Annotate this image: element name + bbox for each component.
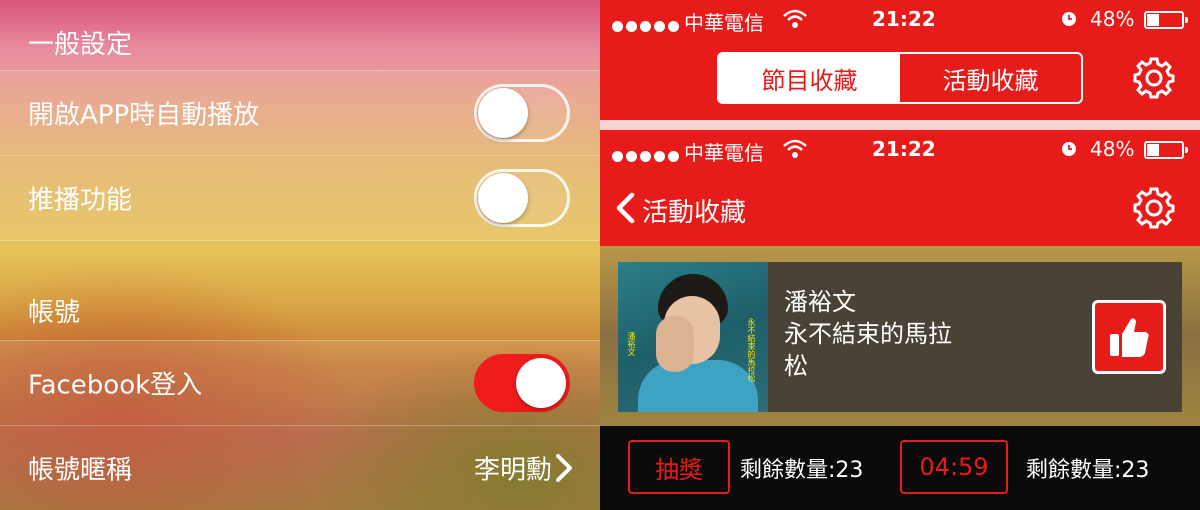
- facebook-toggle[interactable]: [474, 354, 570, 412]
- event-info: 潘裕文 永不結束的馬拉 松: [784, 286, 984, 382]
- event-action-bar: 抽獎 剩餘數量:23 04:59 剩餘數量:23: [600, 426, 1200, 510]
- tab-program-favorites[interactable]: 節目收藏: [719, 54, 900, 102]
- thumbs-up-icon: [1110, 318, 1149, 357]
- song-title-line2: 松: [784, 352, 808, 380]
- push-label: 推播功能: [28, 185, 133, 216]
- carrier-name: 中華電信: [684, 11, 764, 35]
- general-settings-header: 一般設定: [28, 30, 133, 60]
- gear-icon[interactable]: [1132, 186, 1176, 230]
- nav-title[interactable]: 活動收藏: [642, 192, 746, 229]
- toggle-knob: [478, 173, 528, 223]
- alarm-icon: [1062, 12, 1076, 26]
- nickname-row[interactable]: 帳號暱稱 李明勳: [0, 426, 600, 510]
- program-favorites-screen: 中華電信 21:22 48% 節目收藏 活動收藏: [600, 0, 1200, 120]
- chevron-right-icon: [556, 454, 572, 482]
- account-header: 帳號: [28, 298, 81, 328]
- toggle-knob: [516, 358, 566, 408]
- signal-dots-icon: [612, 13, 682, 37]
- tab-event-favorites[interactable]: 活動收藏: [900, 54, 1081, 102]
- countdown-timer: 04:59: [900, 440, 1008, 494]
- screen-divider: [600, 120, 1200, 130]
- facebook-row[interactable]: Facebook登入: [0, 341, 600, 425]
- like-button[interactable]: [1092, 300, 1166, 374]
- battery-percent: 48%: [1090, 7, 1135, 31]
- event-favorites-screen: 中華電信 21:22 48% 活動收藏 潘裕文 永不結束的馬拉松 潘裕文 永不結…: [600, 130, 1200, 510]
- remaining-count-2: 剩餘數量:23: [1026, 458, 1150, 483]
- lottery-button[interactable]: 抽獎: [628, 440, 730, 494]
- settings-panel: 一般設定 開啟APP時自動播放 推播功能 帳號 Facebook登入 帳號暱稱 …: [0, 0, 600, 510]
- battery-icon: [1144, 141, 1188, 159]
- artist-name: 潘裕文: [784, 288, 856, 316]
- push-toggle[interactable]: [474, 169, 570, 227]
- wifi-icon: [783, 139, 807, 158]
- battery-percent: 48%: [1090, 137, 1135, 161]
- status-time: 21:22: [872, 137, 936, 161]
- toggle-knob: [478, 88, 528, 138]
- facebook-label: Facebook登入: [28, 370, 203, 401]
- separator: [0, 240, 600, 241]
- autoplay-label: 開啟APP時自動播放: [28, 100, 260, 131]
- nav-bar: 活動收藏: [600, 170, 1200, 246]
- signal-dots-icon: [612, 143, 682, 167]
- alarm-icon: [1062, 142, 1076, 156]
- autoplay-toggle[interactable]: [474, 84, 570, 142]
- status-bar: 中華電信 21:22 48%: [600, 0, 1200, 40]
- album-cover-image: 潘裕文 永不結束的馬拉松: [618, 262, 768, 412]
- carrier-name: 中華電信: [684, 141, 764, 165]
- status-bar: 中華電信 21:22 48%: [600, 130, 1200, 170]
- favorites-segmented-control: 節目收藏 活動收藏: [717, 52, 1083, 104]
- back-chevron-icon[interactable]: [614, 192, 636, 224]
- song-title-line1: 永不結束的馬拉: [784, 320, 952, 348]
- nickname-value: 李明勳: [473, 455, 552, 486]
- battery-icon: [1144, 11, 1188, 29]
- event-list: 潘裕文 永不結束的馬拉松 潘裕文 永不結束的馬拉 松: [600, 246, 1200, 426]
- push-row[interactable]: 推播功能: [0, 156, 600, 240]
- status-time: 21:22: [872, 7, 936, 31]
- event-card[interactable]: 潘裕文 永不結束的馬拉松 潘裕文 永不結束的馬拉 松: [618, 262, 1182, 412]
- gear-icon[interactable]: [1132, 56, 1176, 100]
- remaining-count-1: 剩餘數量:23: [740, 458, 864, 483]
- app-screens: 中華電信 21:22 48% 節目收藏 活動收藏 中華電信 21:22 48% …: [600, 0, 1200, 510]
- nickname-label: 帳號暱稱: [28, 455, 133, 486]
- wifi-icon: [783, 9, 807, 28]
- autoplay-row[interactable]: 開啟APP時自動播放: [0, 71, 600, 155]
